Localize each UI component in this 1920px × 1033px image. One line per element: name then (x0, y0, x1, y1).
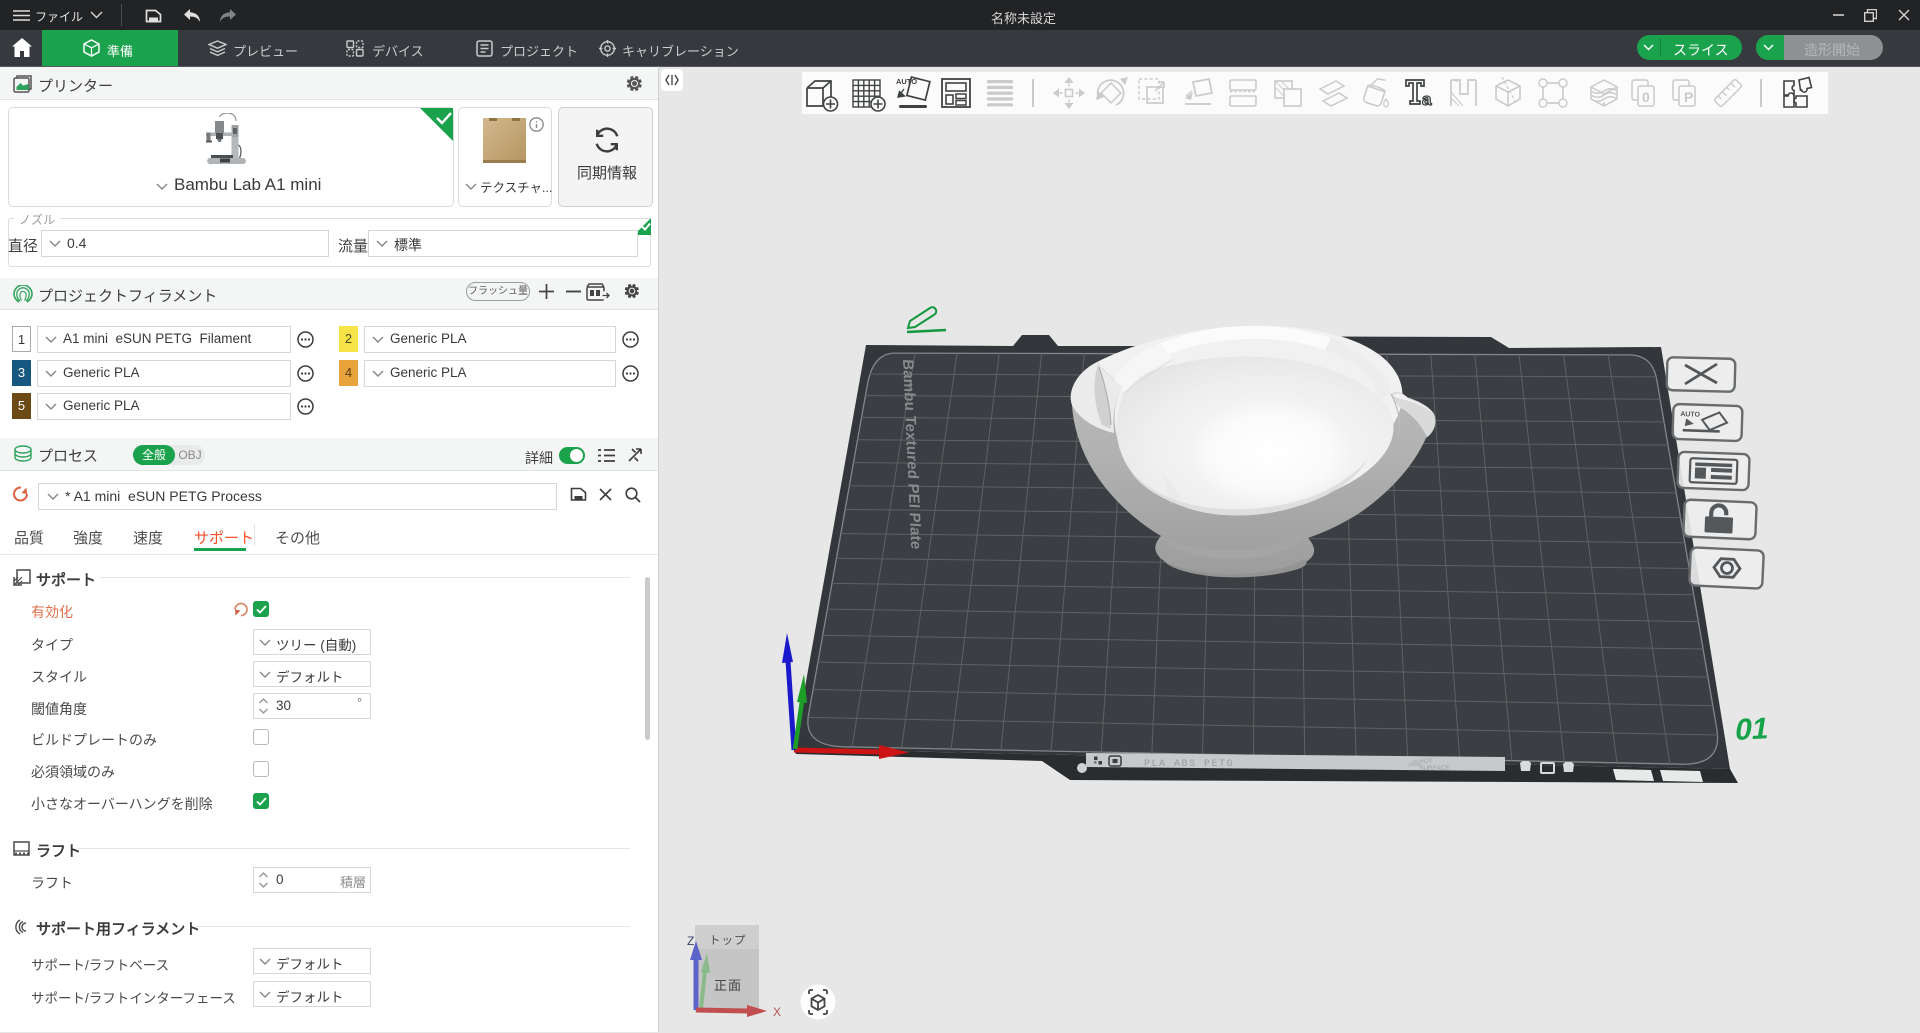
svg-text:a: a (1422, 90, 1432, 109)
svg-text:トップ: トップ (709, 934, 747, 947)
svg-text:PLA ABS PETG: PLA ABS PETG (1144, 759, 1234, 770)
svg-text:0: 0 (1642, 89, 1650, 105)
svg-text:SURFACE: SURFACE (1419, 765, 1450, 772)
svg-text:X: X (773, 1005, 781, 1019)
svg-text:AUTO: AUTO (1680, 411, 1700, 419)
svg-text:01: 01 (1733, 712, 1772, 747)
svg-text:P: P (1684, 89, 1693, 105)
svg-text:正面: 正面 (714, 978, 742, 993)
svg-text:Z: Z (687, 934, 694, 948)
